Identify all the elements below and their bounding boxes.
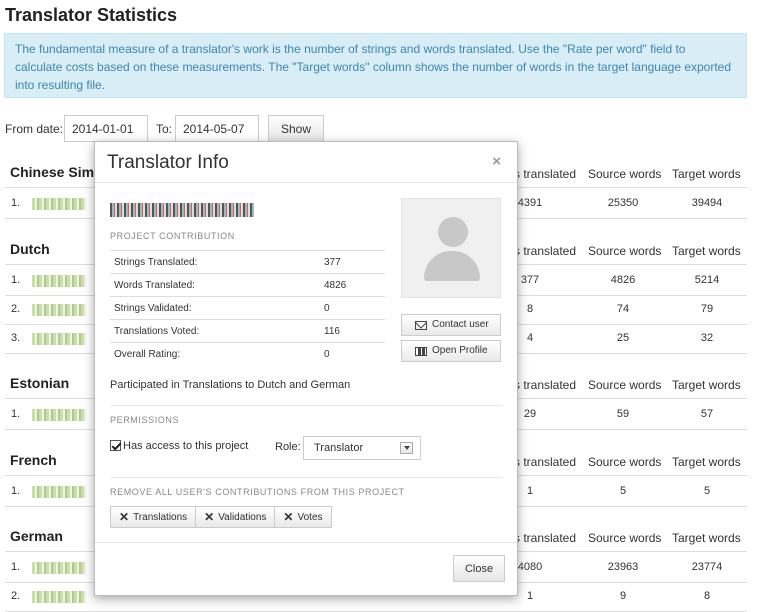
open-profile-button[interactable]: Open Profile xyxy=(401,340,501,362)
stat-value: 377 xyxy=(320,250,385,274)
remove-contributions-label: REMOVE ALL USER'S CONTRIBUTIONS FROM THI… xyxy=(110,487,405,497)
close-icon[interactable]: × xyxy=(492,153,501,170)
stat-value: 0 xyxy=(320,296,385,320)
chevron-down-icon xyxy=(400,442,413,454)
remove-translations-label: Translations xyxy=(133,511,188,523)
stat-label: Overall Rating: xyxy=(110,342,320,366)
envelope-icon xyxy=(415,321,427,330)
stat-value: 0 xyxy=(320,342,385,366)
username xyxy=(110,203,254,217)
project-contribution-label: PROJECT CONTRIBUTION xyxy=(110,231,235,241)
divider xyxy=(110,477,502,478)
table-row: Translations Voted: 116 xyxy=(110,319,385,343)
close-icon: ✕ xyxy=(119,510,130,524)
close-icon: ✕ xyxy=(283,510,294,524)
access-label: Has access to this project xyxy=(123,440,249,452)
role-value: Translator xyxy=(314,442,364,454)
remove-translations-button[interactable]: ✕ Translations xyxy=(110,506,197,528)
profile-card-icon xyxy=(415,347,427,356)
close-button[interactable]: Close xyxy=(453,555,505,582)
remove-votes-button[interactable]: ✕ Votes xyxy=(274,506,332,528)
stat-value: 4826 xyxy=(320,273,385,297)
table-row: Strings Translated: 377 xyxy=(110,250,385,274)
remove-votes-label: Votes xyxy=(297,511,323,523)
contribution-table: Strings Translated: 377 Words Translated:… xyxy=(110,250,385,366)
close-icon: ✕ xyxy=(204,510,215,524)
table-row: Strings Validated: 0 xyxy=(110,296,385,320)
user-avatar-placeholder xyxy=(401,198,501,298)
remove-button-group: ✕ Translations ✕ Validations ✕ Votes xyxy=(110,506,332,528)
permissions-label: PERMISSIONS xyxy=(110,415,180,425)
role-label: Role: xyxy=(275,441,301,453)
stat-label: Words Translated: xyxy=(110,273,320,297)
remove-validations-button[interactable]: ✕ Validations xyxy=(195,506,276,528)
stat-value: 116 xyxy=(320,319,385,343)
modal-header: Translator Info × xyxy=(95,142,517,183)
role-select[interactable]: Translator xyxy=(303,436,421,460)
table-row: Overall Rating: 0 xyxy=(110,342,385,366)
avatar-head-shape xyxy=(438,217,468,247)
checkbox-checked-icon[interactable] xyxy=(110,440,121,451)
modal-title: Translator Info xyxy=(107,152,229,173)
stat-label: Strings Translated: xyxy=(110,250,320,274)
divider xyxy=(110,405,502,406)
avatar-body-shape xyxy=(424,251,480,281)
contact-user-button[interactable]: Contact user xyxy=(401,314,501,336)
modal-footer-divider xyxy=(95,542,517,543)
open-profile-label: Open Profile xyxy=(432,345,488,356)
table-row: Words Translated: 4826 xyxy=(110,273,385,297)
participation-text: Participated in Translations to Dutch an… xyxy=(110,379,351,391)
remove-validations-label: Validations xyxy=(218,511,267,523)
access-checkbox[interactable]: Has access to this project xyxy=(110,440,248,452)
stat-label: Strings Validated: xyxy=(110,296,320,320)
stat-label: Translations Voted: xyxy=(110,319,320,343)
translator-info-modal: Translator Info × PROJECT CONTRIBUTION S… xyxy=(94,141,518,596)
contact-user-label: Contact user xyxy=(432,319,489,330)
